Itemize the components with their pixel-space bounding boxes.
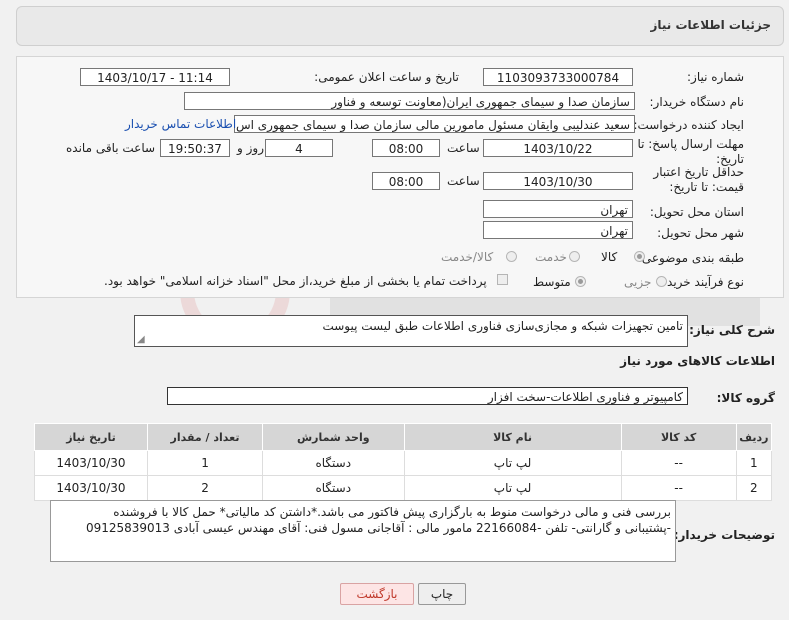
buyer-notes-label: توضیحات خریدار: [673,528,775,542]
cell-unit: دستگاه [262,475,405,501]
category-service-label: خدمت [535,250,567,264]
buyer-contact-link[interactable]: اطلاعات تماس خریدار [125,117,236,131]
resize-grip-icon[interactable]: ◢ [137,330,145,346]
announce-datetime-field[interactable]: 1403/10/17 - 11:14 [80,68,230,86]
cell-row: 1 [735,450,773,476]
reply-time-label: ساعت [447,141,480,155]
cell-code: -- [620,450,737,476]
category-goods-label: کالا [601,250,618,264]
table-row: 2 -- لپ تاپ دستگاه 2 1403/10/30 [34,475,773,501]
treasury-payment-note: پرداخت تمام یا بخشی از مبلغ خرید،از محل … [104,274,487,288]
summary-textarea[interactable]: تامین تجهیزات شبکه و مجازی‌سازی فناوری ا… [134,315,688,347]
need-number-field[interactable]: 1103093733000784 [483,68,633,86]
category-label: طبقه بندی موضوعی: [637,251,744,265]
city-field[interactable]: تهران [483,221,633,239]
process-minor-radio[interactable] [656,276,667,287]
cell-name: لپ تاپ [403,475,622,501]
buyer-notes-line-2: -پشتیبانی و گارانتی- تلفن -22166084 مامو… [85,521,671,535]
back-button[interactable]: بازگشت [340,583,414,605]
goods-section-title: اطلاعات کالاهای مورد نیاز [620,354,775,368]
reply-time-field[interactable]: 08:00 [372,139,440,157]
process-medium-radio[interactable] [575,276,586,287]
cell-quantity: 2 [146,475,264,501]
summary-label: شرح کلی نیاز: [689,323,775,337]
cell-code: -- [620,475,737,501]
summary-text: تامین تجهیزات شبکه و مجازی‌سازی فناوری ا… [322,319,683,333]
days-remaining-field[interactable]: 4 [265,139,333,157]
buyer-notes-box[interactable]: بررسی فنی و مالی درخواست منوط به بارگزار… [50,500,676,562]
cell-unit: دستگاه [262,450,405,476]
page-title: جزئیات اطلاعات نیاز [650,18,771,32]
category-goods-service-radio[interactable] [506,251,517,262]
treasury-payment-checkbox[interactable] [497,274,508,285]
cell-quantity: 1 [146,450,264,476]
col-quantity: تعداد / مقدار [146,423,264,451]
process-type-label: نوع فرآیند خرید : [659,275,744,289]
validity-date-field[interactable]: 1403/10/30 [483,172,633,190]
need-number-label: شماره نیاز: [687,70,744,84]
remaining-time-label: ساعت باقی مانده [66,141,156,155]
col-need-date: تاریخ نیاز [34,423,148,451]
province-field[interactable]: تهران [483,200,633,218]
reply-date-field[interactable]: 1403/10/22 [483,139,633,157]
price-validity-label: حداقل تاریخ اعتبار قیمت: تا تاریخ: [653,165,744,194]
buyer-org-field[interactable]: سازمان صدا و سیمای جمهوری ایران(معاونت ت… [184,92,635,110]
goods-table: ردیف کد کالا نام کالا واحد شمارش تعداد /… [34,423,773,501]
province-label: استان محل تحویل: [649,205,744,219]
col-row: ردیف [735,423,773,451]
creator-field[interactable]: سعید عندلیبی وایقان مسئول مامورین مالی س… [234,115,635,133]
goods-group-label: گروه کالا: [716,391,775,405]
announce-datetime-label: تاریخ و ساعت اعلان عمومی: [314,70,459,84]
col-name: نام کالا [403,423,622,451]
cell-name: لپ تاپ [403,450,622,476]
goods-table-header: ردیف کد کالا نام کالا واحد شمارش تعداد /… [34,423,773,451]
validity-time-field[interactable]: 08:00 [372,172,440,190]
process-medium-label: متوسط [533,275,571,289]
process-minor-label: جزیی [624,275,652,289]
days-label: روز و [237,141,264,155]
col-code: کد کالا [620,423,737,451]
category-goods-service-label: کالا/خدمت [441,250,494,264]
col-unit: واحد شمارش [262,423,405,451]
remaining-time-field[interactable]: 19:50:37 [160,139,230,157]
buyer-notes-line-1: بررسی فنی و مالی درخواست منوط به بارگزار… [113,505,671,519]
reply-deadline-label: مهلت ارسال پاسخ: تا تاریخ: [637,137,744,166]
page-header: جزئیات اطلاعات نیاز [16,6,784,46]
cell-need-date: 1403/10/30 [34,475,148,501]
cell-row: 2 [735,475,773,501]
cell-need-date: 1403/10/30 [34,450,148,476]
city-label: شهر محل تحویل: [657,226,744,240]
table-row: 1 -- لپ تاپ دستگاه 1 1403/10/30 [34,450,773,476]
validity-time-label: ساعت [447,174,480,188]
creator-label: ایجاد کننده درخواست: [633,118,744,132]
print-button[interactable]: چاپ [418,583,466,605]
category-goods-radio[interactable] [634,251,645,262]
buyer-org-label: نام دستگاه خریدار: [649,95,745,109]
goods-group-field[interactable]: کامپیوتر و فناوری اطلاعات-سخت افزار [167,387,688,405]
category-service-radio[interactable] [569,251,580,262]
